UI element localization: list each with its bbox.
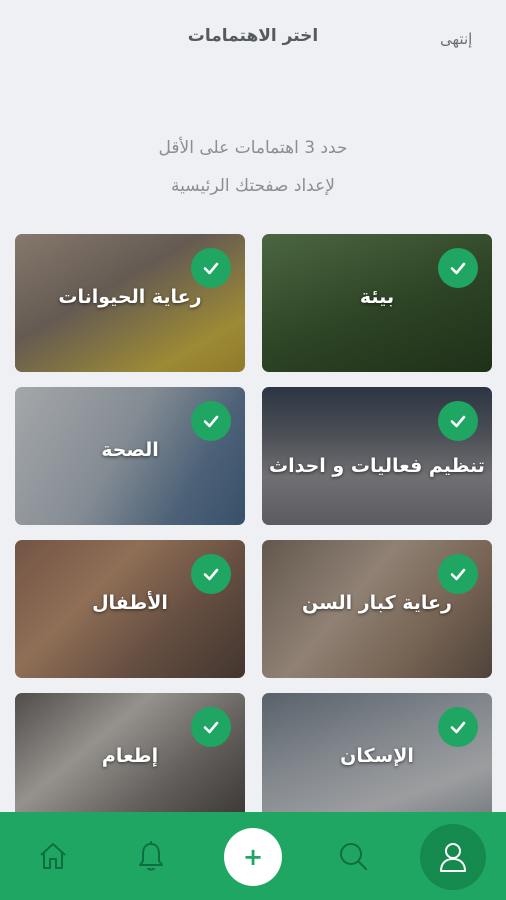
check-icon: [438, 707, 478, 747]
card-label: رعاية الحيوانات: [58, 286, 202, 308]
interest-card-animal-care[interactable]: رعاية الحيوانات: [15, 234, 245, 372]
card-label: الصحة: [101, 439, 159, 461]
profile-icon: [440, 843, 466, 872]
header: اختر الاهتمامات إنتهى: [0, 0, 506, 80]
interest-card-events[interactable]: تنظيم فعاليات و احداث: [262, 387, 492, 525]
search-icon[interactable]: [333, 836, 373, 876]
check-icon: [438, 248, 478, 288]
card-label: الأطفال: [92, 592, 168, 614]
interest-card-children[interactable]: الأطفال: [15, 540, 245, 678]
card-label: رعاية كبار السن: [302, 592, 452, 614]
interest-card-feeding[interactable]: إطعام: [15, 693, 245, 814]
interest-card-elderly-care[interactable]: رعاية كبار السن: [262, 540, 492, 678]
check-icon: [191, 401, 231, 441]
check-icon: [191, 554, 231, 594]
home-icon[interactable]: [33, 836, 73, 876]
check-icon: [438, 554, 478, 594]
card-label: إطعام: [101, 745, 159, 767]
instruction-line-2: لإعداد صفحتك الرئيسية: [171, 176, 335, 196]
profile-button[interactable]: [420, 824, 486, 890]
card-label: تنظيم فعاليات و احداث: [269, 455, 485, 477]
bell-icon[interactable]: [131, 836, 171, 876]
instruction-line-1: حدد 3 اهتمامات على الأقل: [158, 138, 348, 158]
interest-card-environment[interactable]: بيئة: [262, 234, 492, 372]
check-icon: [191, 248, 231, 288]
add-button[interactable]: +: [224, 828, 282, 886]
bottom-nav: +: [0, 812, 506, 900]
card-label: الإسكان: [340, 745, 414, 767]
interest-card-housing[interactable]: الإسكان: [262, 693, 492, 814]
check-icon: [438, 401, 478, 441]
interest-card-health[interactable]: الصحة: [15, 387, 245, 525]
page-title: اختر الاهتمامات: [187, 26, 319, 46]
interests-grid: بيئة رعاية الحيوانات تنظيم فعاليات و احد…: [0, 234, 506, 814]
plus-icon: +: [242, 843, 264, 871]
done-button[interactable]: إنتهى: [440, 30, 472, 48]
card-label: بيئة: [359, 286, 395, 308]
check-icon: [191, 707, 231, 747]
